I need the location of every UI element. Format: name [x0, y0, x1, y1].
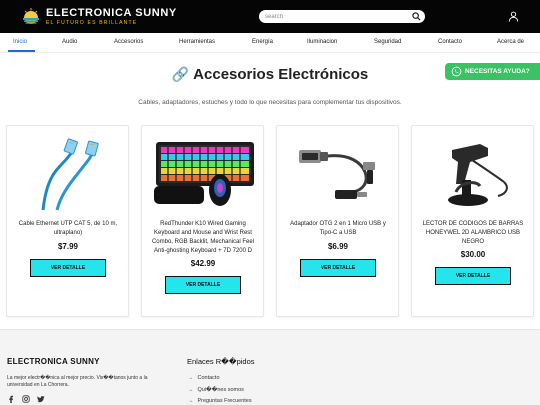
otg-adapter-image[interactable] — [283, 132, 393, 212]
product-name[interactable]: Adaptador OTG 2 en 1 Micro USB y Tipo-C … — [283, 220, 393, 238]
gaming-keyboard-image[interactable] — [148, 132, 258, 212]
view-detail-button[interactable]: VER DETALLE — [165, 276, 241, 294]
nav-item-contacto[interactable]: Contacto — [438, 39, 462, 45]
view-detail-button[interactable]: VER DETALLE — [435, 267, 511, 285]
facebook-icon[interactable] — [7, 395, 15, 403]
nav-item-inicio[interactable]: Inicio — [13, 39, 27, 45]
nav-item-iluminacion[interactable]: Iluminacion — [307, 39, 337, 45]
view-detail-button[interactable]: VER DETALLE — [300, 259, 376, 277]
ethernet-cable-image[interactable] — [13, 132, 123, 212]
nav-item-seguridad[interactable]: Seguridad — [374, 39, 401, 45]
product-price: $30.00 — [460, 250, 486, 259]
search-box[interactable] — [259, 10, 425, 23]
footer-link-label[interactable]: Qui��nes somos — [198, 387, 244, 393]
quick-links-title: Enlaces R��pidos — [187, 357, 255, 366]
search-icon[interactable] — [412, 12, 421, 21]
arrow-right-icon: → — [188, 375, 194, 381]
user-account-icon[interactable] — [508, 11, 519, 22]
product-card: Adaptador OTG 2 en 1 Micro USB y Tipo-C … — [276, 125, 399, 317]
twitter-icon[interactable] — [37, 395, 45, 403]
product-price: $42.99 — [190, 259, 216, 268]
brand-name[interactable]: ELECTRONICA SUNNY — [46, 7, 177, 19]
nav-item-acerca-de[interactable]: Acerca de — [497, 39, 524, 45]
footer-link-label[interactable]: Preguntas Frecuentes — [198, 398, 252, 404]
nav-item-audio[interactable]: Audio — [62, 39, 77, 45]
footer-description: La mejor electr��nica al mejor precio. V… — [7, 375, 148, 388]
product-card: Cable Ethernet UTP CAT 5, de 10 m, ultra… — [6, 125, 129, 317]
main-nav: Inicio Audio Accesorios Herramientas Ene… — [0, 33, 540, 53]
product-price: $6.99 — [327, 242, 349, 251]
footer-brand: ELECTRONICA SUNNY — [7, 357, 100, 366]
product-name[interactable]: Cable Ethernet UTP CAT 5, de 10 m, ultra… — [13, 220, 123, 238]
view-detail-button[interactable]: VER DETALLE — [30, 259, 106, 277]
product-name[interactable]: LECTOR DE CODIGOS DE BARRAS HONEYWEL 2D … — [418, 220, 528, 247]
nav-item-energia[interactable]: Energía — [252, 39, 273, 45]
active-tab-indicator — [8, 50, 35, 52]
link-icon: 🔗 — [171, 66, 190, 82]
sunrise-logo-icon[interactable] — [22, 7, 40, 25]
top-header: ELECTRONICA SUNNY EL FUTURO ES BRILLANTE — [0, 0, 540, 33]
product-card: RedThunder K10 Wired Gaming Keyboard and… — [141, 125, 264, 317]
arrow-right-icon: → — [188, 398, 194, 404]
whatsapp-label: NECESITAS AYUDA? — [465, 68, 530, 75]
site-footer: ELECTRONICA SUNNY La mejor electr��nica … — [0, 329, 540, 405]
nav-item-accesorios[interactable]: Accesorios — [114, 39, 143, 45]
barcode-scanner-image[interactable] — [418, 132, 528, 212]
product-card: LECTOR DE CODIGOS DE BARRAS HONEYWEL 2D … — [411, 125, 534, 317]
product-name[interactable]: RedThunder K10 Wired Gaming Keyboard and… — [148, 220, 258, 256]
instagram-icon[interactable] — [22, 395, 30, 403]
footer-link-preguntas[interactable]: → Preguntas Frecuentes — [188, 398, 252, 404]
footer-link-label[interactable]: Contacto — [198, 375, 220, 381]
arrow-right-icon: → — [188, 387, 194, 393]
footer-link-quienes-somos[interactable]: → Qui��nes somos — [188, 387, 244, 393]
whatsapp-help-button[interactable]: NECESITAS AYUDA? — [445, 63, 540, 80]
search-input[interactable] — [265, 11, 405, 22]
page-title-text: Accesorios Electrónicos — [193, 66, 369, 83]
brand-tagline: EL FUTURO ES BRILLANTE — [46, 20, 138, 26]
nav-item-herramientas[interactable]: Herramientas — [179, 39, 215, 45]
footer-link-contacto[interactable]: → Contacto — [188, 375, 220, 381]
whatsapp-icon — [451, 66, 462, 77]
page-subtitle: Cables, adaptadores, estuches y todo lo … — [138, 99, 402, 106]
product-price: $7.99 — [57, 242, 79, 251]
